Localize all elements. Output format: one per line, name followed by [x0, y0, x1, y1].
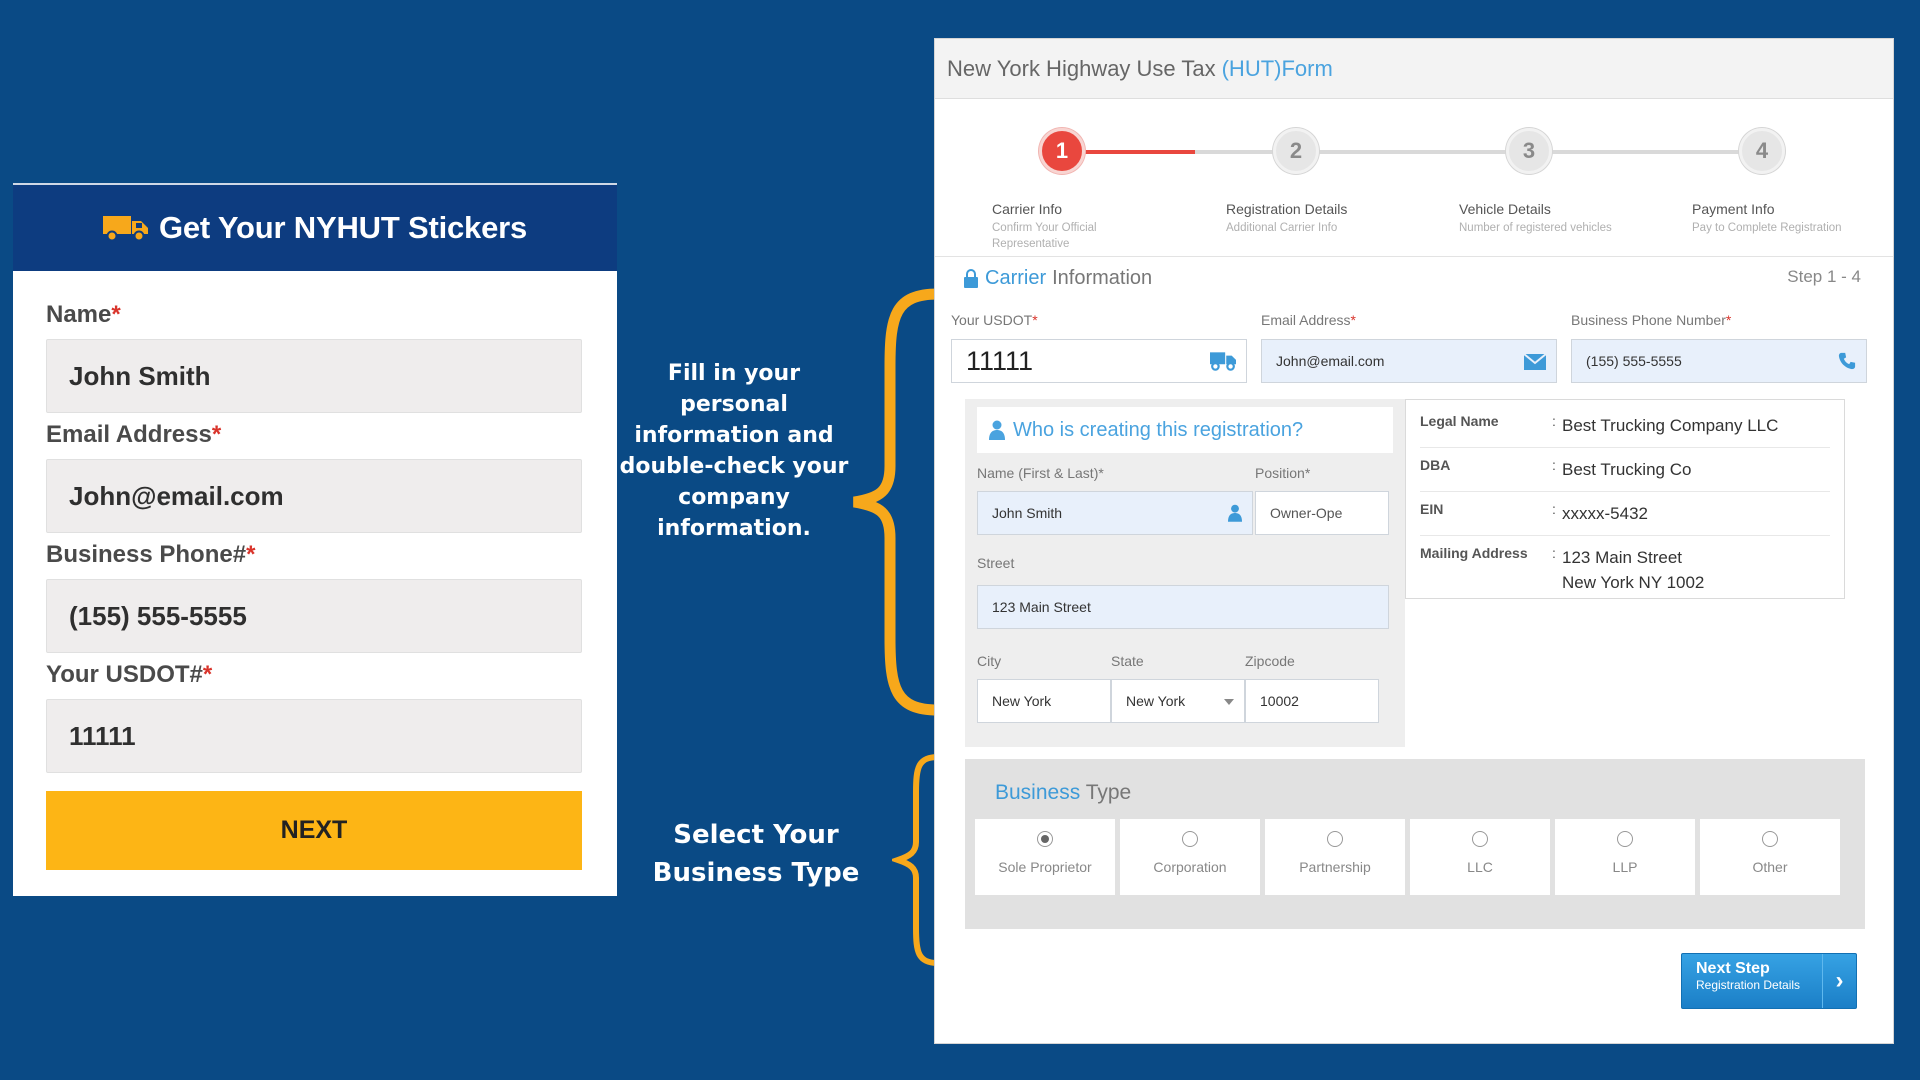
info-row-mailing-address: Mailing Address: 123 Main Street New York…	[1420, 545, 1705, 592]
zip-label: Zipcode	[1245, 653, 1295, 669]
phone-field[interactable]: (155) 555-5555	[1571, 339, 1867, 383]
radio-llc[interactable]	[1472, 831, 1488, 847]
state-select[interactable]: New York	[1111, 679, 1245, 723]
next-step-button[interactable]: Next Step Registration Details ›	[1681, 953, 1857, 1009]
form-title: New York Highway Use Tax (HUT)Form	[935, 39, 1893, 99]
phone-label: Business Phone Number*	[1571, 312, 1732, 328]
business-type-llc[interactable]: LLC	[1410, 819, 1550, 895]
step-4-circle[interactable]: 4	[1739, 128, 1785, 174]
nyhut-sticker-card: Get Your NYHUT Stickers Name* John Smith…	[13, 183, 617, 896]
info-row-dba: DBA: Best Trucking Co	[1420, 448, 1830, 492]
chevron-right-icon: ›	[1822, 954, 1856, 1008]
step-2-circle[interactable]: 2	[1273, 128, 1319, 174]
business-type-box: Business Type Sole Proprietor Corporatio…	[965, 759, 1865, 929]
position-field[interactable]: Owner-Ope	[1255, 491, 1389, 535]
business-type-sole-proprietor[interactable]: Sole Proprietor	[975, 819, 1115, 895]
envelope-icon	[1524, 354, 1546, 370]
section-heading: Carrier Information	[963, 267, 1152, 290]
usdot-input[interactable]: 11111	[46, 699, 582, 773]
next-button[interactable]: NEXT	[46, 791, 582, 870]
truck-icon	[102, 216, 148, 242]
user-icon	[989, 420, 1005, 440]
zip-field[interactable]: 10002	[1245, 679, 1379, 723]
step-2-text: Registration Details Additional Carrier …	[1226, 201, 1348, 234]
progress-stepper: 1 2 3 4 Carrier Info Confirm Your Offici…	[935, 99, 1893, 257]
radio-corporation[interactable]	[1182, 831, 1198, 847]
card-form: Name* John Smith Email Address* John@ema…	[13, 271, 617, 870]
hut-form-panel: New York Highway Use Tax (HUT)Form 1 2 3 …	[934, 38, 1894, 1044]
business-type-llp[interactable]: LLP	[1555, 819, 1695, 895]
step-3-text: Vehicle Details Number of registered veh…	[1459, 201, 1612, 234]
card-title: Get Your NYHUT Stickers	[158, 210, 528, 245]
radio-llp[interactable]	[1617, 831, 1633, 847]
step-4-text: Payment Info Pay to Complete Registratio…	[1692, 201, 1842, 234]
info-row-ein: EIN: xxxxx-5432	[1420, 492, 1830, 536]
registrant-name-label: Name (First & Last)*	[977, 465, 1104, 481]
street-label: Street	[977, 555, 1015, 571]
business-type-heading: Business Type	[995, 781, 1132, 804]
city-label: City	[977, 653, 1002, 669]
phone-label: Business Phone#*	[46, 541, 256, 568]
annotation-business-type: Select Your Business Type	[652, 820, 860, 888]
street-field[interactable]: 123 Main Street	[977, 585, 1389, 629]
annotation-personal-info: Fill in your personal information and do…	[619, 361, 849, 541]
registrant-name-field[interactable]: John Smith	[977, 491, 1253, 535]
business-type-partnership[interactable]: Partnership	[1265, 819, 1405, 895]
usdot-label: Your USDOT#*	[46, 661, 213, 688]
truck-icon	[1210, 352, 1236, 371]
state-label: State	[1111, 653, 1144, 669]
step-1-text: Carrier Info Confirm Your Official Repre…	[992, 201, 1097, 250]
registrant-box: Who is creating this registration? Name …	[965, 399, 1405, 747]
chevron-down-icon	[1224, 699, 1234, 705]
position-label: Position*	[1255, 465, 1311, 481]
step-1-circle[interactable]: 1	[1039, 128, 1085, 174]
radio-sole-proprietor[interactable]	[1037, 831, 1053, 847]
company-info-table: Legal Name: Best Trucking Company LLC DB…	[1405, 399, 1845, 599]
business-type-corporation[interactable]: Corporation	[1120, 819, 1260, 895]
lock-icon	[964, 268, 978, 288]
step-count: Step 1 - 4	[1787, 267, 1861, 286]
name-input[interactable]: John Smith	[46, 339, 582, 413]
usdot-field[interactable]: 11111	[951, 339, 1247, 383]
card-header: Get Your NYHUT Stickers	[13, 183, 617, 271]
email-input[interactable]: John@email.com	[46, 459, 582, 533]
info-row-legal-name: Legal Name: Best Trucking Company LLC	[1420, 404, 1830, 448]
radio-other[interactable]	[1762, 831, 1778, 847]
radio-partnership[interactable]	[1327, 831, 1343, 847]
email-field[interactable]: John@email.com	[1261, 339, 1557, 383]
email-label: Email Address*	[1261, 312, 1356, 328]
phone-input[interactable]: (155) 555-5555	[46, 579, 582, 653]
name-label: Name*	[46, 301, 121, 328]
business-type-other[interactable]: Other	[1700, 819, 1840, 895]
registrant-heading: Who is creating this registration?	[977, 407, 1393, 453]
usdot-label: Your USDOT*	[951, 312, 1038, 328]
city-field[interactable]: New York	[977, 679, 1111, 723]
user-icon	[1228, 504, 1242, 522]
email-label: Email Address*	[46, 421, 222, 448]
phone-icon	[1838, 352, 1856, 370]
step-3-circle[interactable]: 3	[1506, 128, 1552, 174]
